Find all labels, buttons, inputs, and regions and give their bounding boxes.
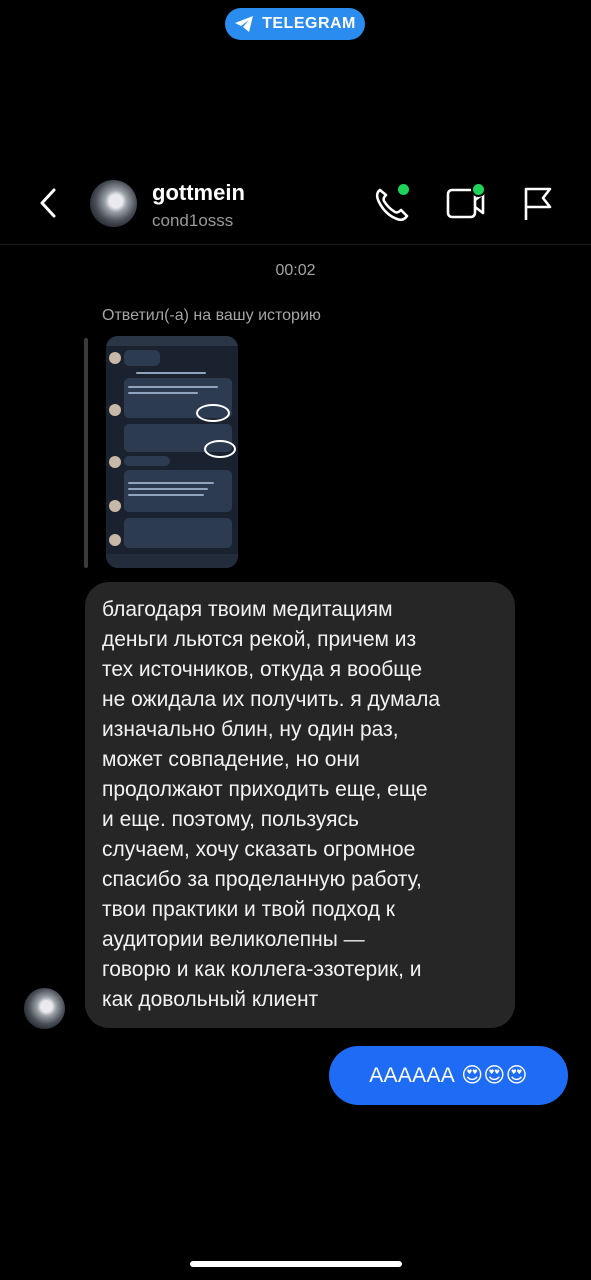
telegram-badge: TELEGRAM (225, 8, 365, 40)
chat-header: gottmein cond1osss (0, 170, 591, 245)
call-button[interactable] (372, 182, 412, 224)
flag-icon[interactable] (520, 184, 556, 224)
incoming-message[interactable]: благодаря твоим медитациям деньги льются… (85, 582, 515, 1028)
story-thumbnail[interactable] (106, 336, 238, 568)
incoming-message-text: благодаря твоим медитациям деньги льются… (102, 598, 441, 1011)
outgoing-message[interactable]: АААААА 😍😍😍 (329, 1046, 568, 1105)
reply-bar (84, 338, 88, 568)
video-call-button[interactable] (445, 182, 487, 224)
online-indicator (471, 182, 486, 197)
story-reply-label: Ответил(-а) на вашу историю (102, 307, 321, 324)
online-indicator (396, 182, 411, 197)
avatar[interactable] (90, 180, 137, 227)
message-timestamp: 00:02 (275, 262, 316, 279)
contact-username[interactable]: cond1osss (152, 211, 233, 231)
outgoing-message-text: АААААА 😍😍😍 (369, 1064, 528, 1087)
telegram-badge-label: TELEGRAM (262, 15, 356, 32)
contact-name[interactable]: gottmein (152, 180, 245, 206)
back-chevron-icon[interactable] (34, 186, 62, 220)
telegram-plane-icon (235, 16, 254, 32)
sender-avatar[interactable] (24, 988, 65, 1029)
home-indicator[interactable] (190, 1261, 402, 1267)
